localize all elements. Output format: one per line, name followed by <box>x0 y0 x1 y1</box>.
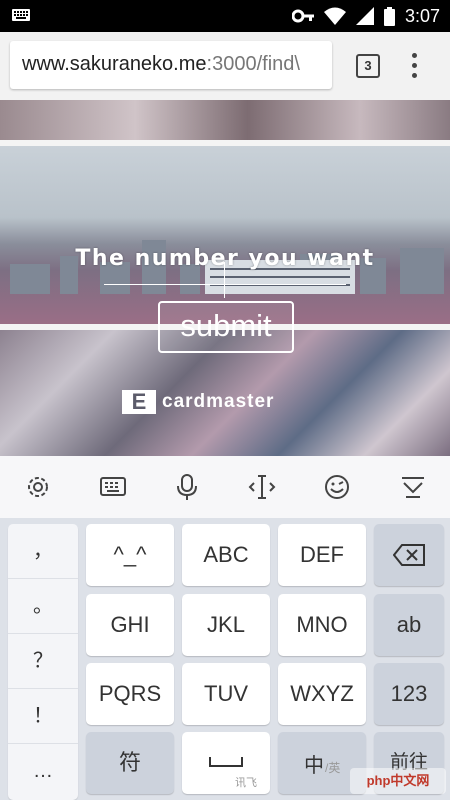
space-key[interactable]: 讯飞 <box>182 732 270 794</box>
key-123-mode[interactable]: 123 <box>374 663 444 725</box>
url-path: :3000/find\ <box>206 53 300 75</box>
key-symbols[interactable]: 符 <box>86 732 174 794</box>
wifi-icon <box>323 7 346 25</box>
key-ghi[interactable]: GHI <box>86 594 174 656</box>
browser-toolbar: www.sakuraneko.me:3000/find\ 3 <box>0 32 450 101</box>
backspace-icon <box>392 544 425 566</box>
lang-main-label: 中 <box>304 755 324 777</box>
number-input-underline[interactable] <box>104 284 346 285</box>
key-abc[interactable]: ABC <box>182 524 270 586</box>
brand-logo: E cardmaster <box>122 390 274 414</box>
key-mno[interactable]: MNO <box>278 594 366 656</box>
submit-button[interactable]: submit <box>158 301 294 353</box>
punct-key-exclaim[interactable]: ！ <box>8 689 78 744</box>
space-icon <box>209 757 243 767</box>
signal-icon <box>355 7 374 25</box>
brand-name: cardmaster <box>162 391 275 412</box>
site-watermark: php中文网 <box>350 768 446 794</box>
status-bar: 3:07 <box>0 0 450 32</box>
web-page: The number you want submit E cardmaster <box>0 100 450 456</box>
battery-icon <box>383 6 395 26</box>
space-key-brand: 讯飞 <box>235 777 257 789</box>
input-cursor-line <box>224 262 225 298</box>
collage-image-top <box>0 100 450 140</box>
keyboard-icon <box>12 9 30 21</box>
clock: 3:07 <box>404 5 440 26</box>
brand-mark: E <box>122 390 156 414</box>
city-photo <box>0 146 450 324</box>
overflow-menu-icon[interactable] <box>412 53 418 79</box>
key-def[interactable]: DEF <box>278 524 366 586</box>
keyboard-toolbar <box>0 456 450 519</box>
punct-key-question[interactable]: ？ <box>8 634 78 689</box>
keyboard: ， 。 ？ ！ … ^_^ ABC DEF GHI JKL MNO ab PQR… <box>0 518 450 800</box>
cursor-icon[interactable] <box>248 473 276 501</box>
key-tuv[interactable]: TUV <box>182 663 270 725</box>
emoji-icon[interactable] <box>323 473 351 501</box>
microphone-icon[interactable] <box>173 473 201 501</box>
punct-key-period[interactable]: 。 <box>8 579 78 634</box>
key-wxyz[interactable]: WXYZ <box>278 663 366 725</box>
key-pqrs[interactable]: PQRS <box>86 663 174 725</box>
key-emoticon[interactable]: ^_^ <box>86 524 174 586</box>
page-heading: The number you want <box>75 246 375 271</box>
address-bar[interactable]: www.sakuraneko.me:3000/find\ <box>10 41 332 89</box>
settings-icon[interactable] <box>24 473 52 501</box>
key-ab-mode[interactable]: ab <box>374 594 444 656</box>
lang-alt-label: /英 <box>325 761 341 775</box>
key-icon <box>291 9 314 23</box>
url-text: www.sakuraneko.me:3000/find\ <box>22 53 300 76</box>
punct-key-ellipsis[interactable]: … <box>8 744 78 798</box>
url-host: www.sakuraneko.me <box>22 53 207 75</box>
punct-key-comma[interactable]: ， <box>8 524 78 579</box>
tab-switcher-button[interactable]: 3 <box>356 54 380 78</box>
punctuation-column[interactable]: ， 。 ？ ！ … <box>8 524 78 800</box>
hide-keyboard-icon[interactable] <box>399 473 427 501</box>
backspace-key[interactable] <box>374 524 444 586</box>
keyboard-layout-icon[interactable] <box>99 473 127 501</box>
key-jkl[interactable]: JKL <box>182 594 270 656</box>
